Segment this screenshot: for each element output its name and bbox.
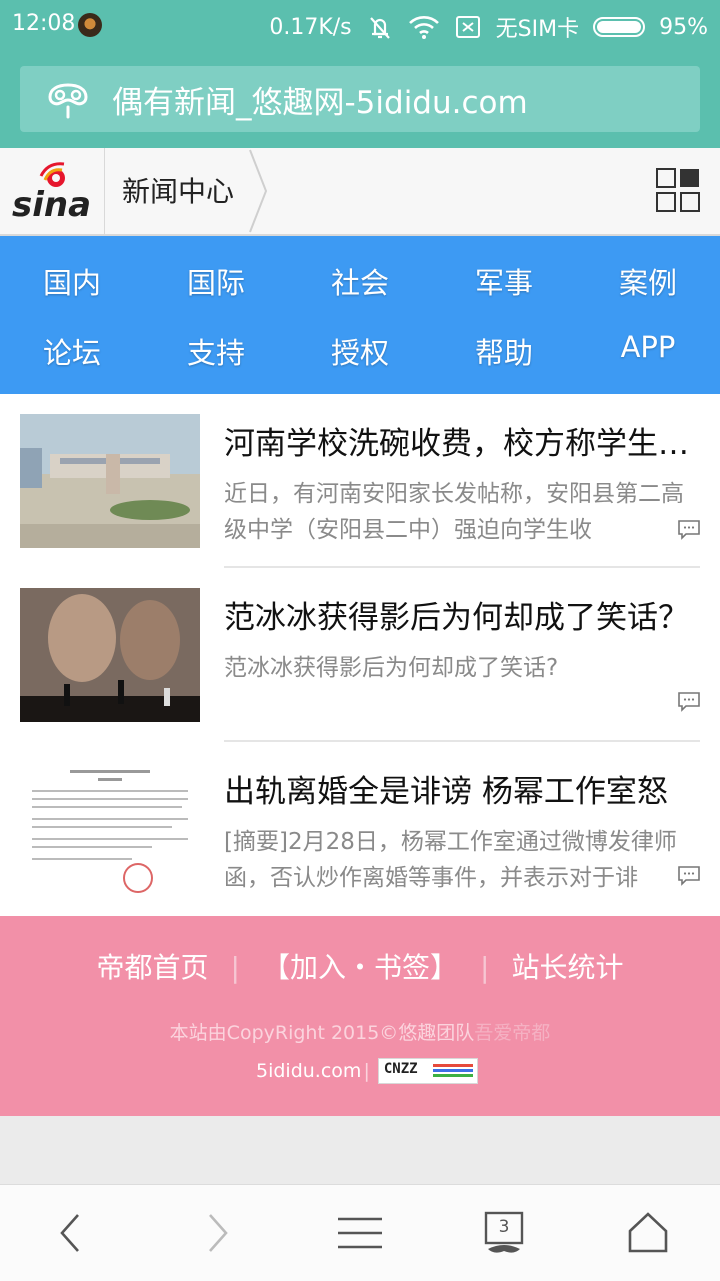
- status-time: 12:08: [12, 11, 76, 36]
- comment-icon[interactable]: [678, 520, 700, 540]
- news-title[interactable]: 范冰冰获得影后为何却成了笑话？: [224, 592, 700, 637]
- nav-item-help[interactable]: 帮助: [432, 330, 576, 372]
- tab-count: 3: [498, 1217, 510, 1237]
- news-item[interactable]: 河南学校洗碗收费，校方称学生自愿 近日，有河南安阳家长发帖称，安阳县第二高级中学…: [0, 394, 720, 568]
- cnzz-badge[interactable]: CNZZ: [377, 1058, 478, 1084]
- sina-logo[interactable]: sina: [8, 158, 98, 224]
- back-icon[interactable]: [48, 1209, 96, 1257]
- nav-item-society[interactable]: 社会: [288, 260, 432, 302]
- tabs-button[interactable]: 3: [480, 1209, 528, 1257]
- copyright: 本站由CopyRight 2015©悠趣团队吾爱帝都: [0, 1018, 720, 1045]
- nav-item-forum[interactable]: 论坛: [0, 330, 144, 372]
- site-line: 5ididu.com | CNZZ: [256, 1058, 478, 1084]
- footer-link-bookmark[interactable]: 【加入・书签】: [262, 951, 458, 984]
- comment-icon[interactable]: [678, 866, 700, 886]
- browser-toolbar: 3: [0, 1184, 720, 1281]
- footer-links: 帝都首页 | 【加入・书签】 | 站长统计: [0, 946, 720, 986]
- news-thumbnail-film: [20, 588, 200, 722]
- nav-item-app[interactable]: APP: [576, 330, 720, 364]
- copyright-link[interactable]: 吾爱帝都: [474, 1022, 550, 1044]
- nav-item-license[interactable]: 授权: [288, 330, 432, 372]
- browser-mask-search-icon: [48, 83, 88, 119]
- site-domain[interactable]: 5ididu.com: [256, 1060, 361, 1082]
- news-list: 河南学校洗碗收费，校方称学生自愿 近日，有河南安阳家长发帖称，安阳县第二高级中学…: [0, 394, 720, 916]
- home-icon[interactable]: [624, 1209, 672, 1257]
- site-footer: 帝都首页 | 【加入・书签】 | 站长统计 本站由CopyRight 2015©悠趣团队…: [0, 916, 720, 1116]
- cnzz-badge-text: CNZZ: [383, 1061, 418, 1077]
- notification-app-icon: [78, 13, 102, 37]
- nav-item-domestic[interactable]: 国内: [0, 260, 144, 302]
- breadcrumb-chevron-icon: [249, 149, 268, 233]
- footer-link-stats[interactable]: 站长统计: [511, 951, 623, 984]
- battery-percent: 95%: [659, 14, 708, 40]
- menu-icon[interactable]: [336, 1209, 384, 1257]
- category-nav: 国内 国际 社会 军事 案例 论坛 支持 授权 帮助 APP: [0, 236, 720, 394]
- link-separator: |: [230, 951, 240, 984]
- wifi-icon: [408, 16, 439, 39]
- breadcrumb[interactable]: 新闻中心: [122, 170, 234, 210]
- news-title[interactable]: 河南学校洗碗收费，校方称学生自愿: [224, 418, 700, 463]
- address-text: 偶有新闻_悠趣网-5ididu.com: [112, 84, 528, 121]
- news-item[interactable]: 出轨离婚全是诽谤 杨幂工作室怒 [摘要]2月28日，杨幂工作室通过微博发律师函，…: [0, 742, 720, 916]
- site-header: sina 新闻中心: [0, 148, 720, 236]
- mute-icon: [369, 17, 390, 39]
- sina-logo-text: sina: [12, 185, 91, 224]
- status-indicators: 0.17K/s 无SIM卡 95%: [269, 11, 708, 43]
- status-bar: 12:08 0.17K/s 无SIM卡 95%: [0, 0, 720, 52]
- nav-item-international[interactable]: 国际: [144, 260, 288, 302]
- nav-item-cases[interactable]: 案例: [576, 260, 720, 302]
- no-sim-icon: [455, 16, 480, 38]
- sim-status: 无SIM卡: [495, 17, 580, 42]
- news-thumbnail-school: [20, 414, 200, 548]
- network-speed: 0.17K/s: [269, 14, 352, 40]
- news-item[interactable]: 范冰冰获得影后为何却成了笑话？ 范冰冰获得影后为何却成了笑话?: [0, 568, 720, 742]
- news-thumbnail-letter: [20, 762, 200, 896]
- nav-item-support[interactable]: 支持: [144, 330, 288, 372]
- news-summary: 近日，有河南安阳家长发帖称，安阳县第二高级中学（安阳县二中）强迫向学生收: [224, 481, 684, 543]
- comment-icon[interactable]: [678, 692, 700, 712]
- grid-menu-icon[interactable]: [656, 168, 700, 212]
- header-separator: [104, 148, 105, 234]
- cnzz-stripes-icon: [432, 1064, 473, 1077]
- forward-icon[interactable]: [192, 1209, 240, 1257]
- site-separator: |: [363, 1060, 370, 1082]
- copyright-text: 本站由CopyRight 2015©悠趣团队: [169, 1022, 475, 1044]
- footer-link-home[interactable]: 帝都首页: [97, 951, 209, 984]
- news-summary: [摘要]2月28日，杨幂工作室通过微博发律师函，否认炒作离婚等事件，并表示对于诽: [224, 829, 677, 891]
- news-title[interactable]: 出轨离婚全是诽谤 杨幂工作室怒: [224, 766, 700, 811]
- nav-item-military[interactable]: 军事: [432, 260, 576, 302]
- news-summary: 范冰冰获得影后为何却成了笑话?: [224, 655, 559, 681]
- address-field[interactable]: 偶有新闻_悠趣网-5ididu.com: [20, 66, 700, 132]
- link-separator: |: [480, 951, 490, 984]
- browser-address-bar: 偶有新闻_悠趣网-5ididu.com: [0, 52, 720, 148]
- battery-icon: [593, 17, 646, 37]
